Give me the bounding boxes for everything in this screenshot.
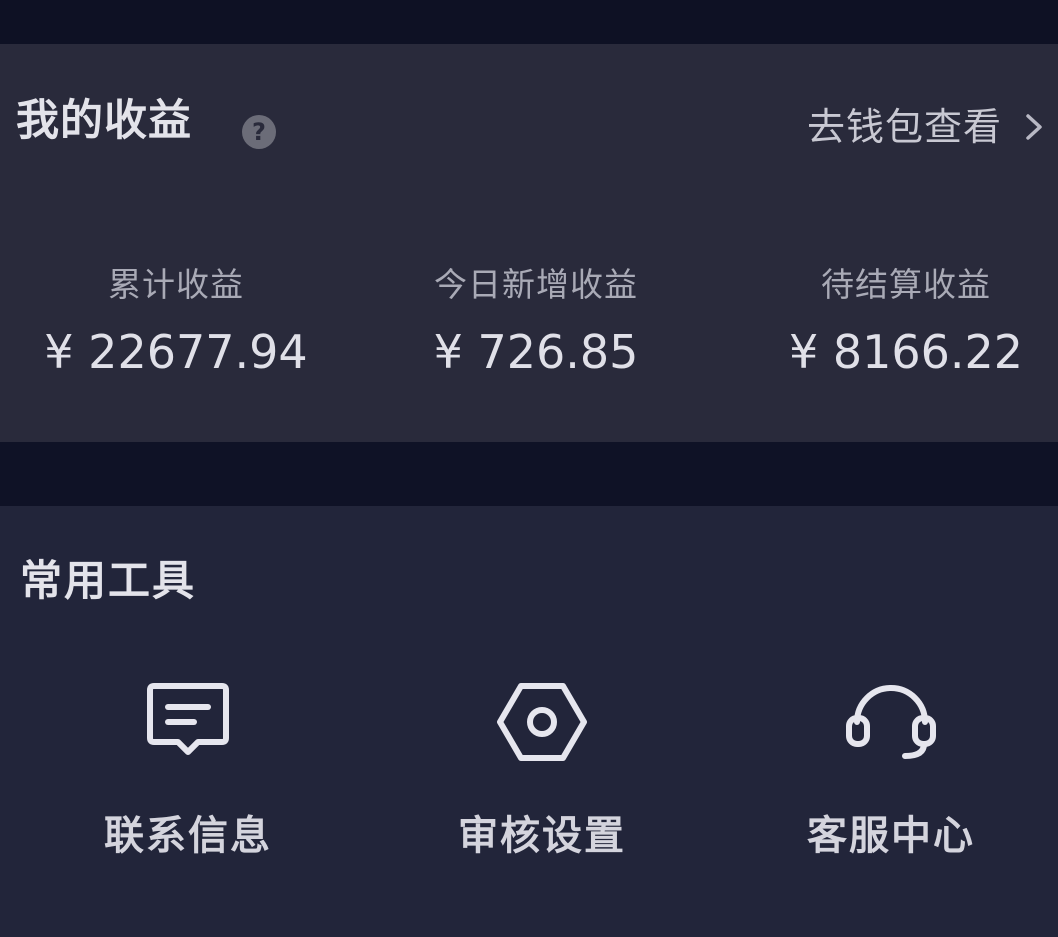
tool-review-settings[interactable]: 审核设置: [366, 672, 718, 856]
tool-contact-info[interactable]: 联系信息: [12, 672, 364, 856]
stat-value: ¥ 22677.94: [44, 325, 308, 379]
wallet-link-label: 去钱包查看: [806, 105, 1002, 149]
stat-total-earnings: 累计收益 ¥ 22677.94: [0, 268, 352, 375]
message-icon: [147, 683, 229, 755]
tool-customer-service[interactable]: 客服中心: [715, 672, 1058, 856]
help-icon[interactable]: ?: [242, 115, 276, 149]
tools-title: 常用工具: [20, 556, 197, 605]
stat-value: ¥ 8166.22: [788, 325, 1024, 379]
tool-label: 客服中心: [807, 813, 975, 859]
tool-label: 联系信息: [104, 813, 272, 859]
top-strip: [0, 0, 1058, 44]
stat-today-earnings: 今日新增收益 ¥ 726.85: [360, 268, 712, 375]
chevron-right-icon: [1026, 114, 1042, 140]
wallet-link[interactable]: 去钱包查看: [807, 108, 1044, 146]
headset-icon: [846, 685, 936, 759]
section-gap: [0, 442, 1058, 506]
settings-hexagon-icon: [497, 683, 587, 761]
stat-label: 待结算收益: [821, 265, 991, 304]
stat-pending-earnings: 待结算收益 ¥ 8166.22: [730, 268, 1058, 375]
earnings-title: 我的收益: [16, 96, 192, 146]
tool-label: 审核设置: [458, 813, 626, 859]
stat-label: 累计收益: [108, 265, 244, 304]
stat-value: ¥ 726.85: [433, 325, 639, 379]
stat-label: 今日新增收益: [434, 265, 638, 304]
